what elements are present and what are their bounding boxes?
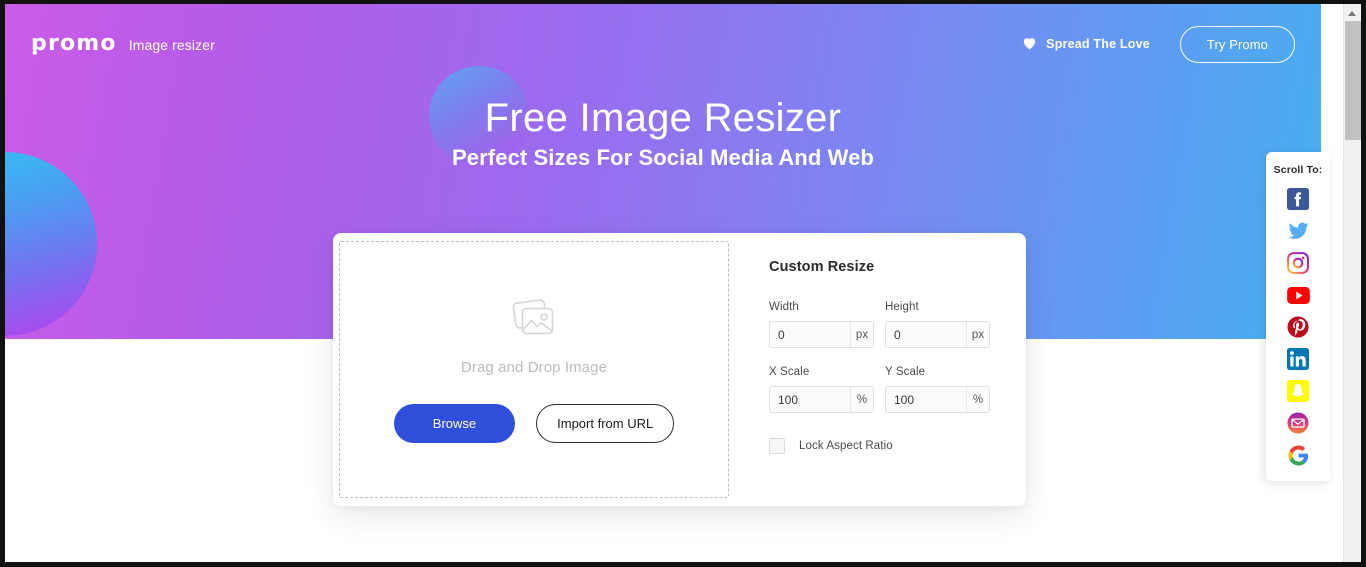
google-icon[interactable]	[1286, 443, 1310, 467]
lock-aspect-ratio-checkbox[interactable]	[769, 438, 785, 454]
email-icon[interactable]	[1286, 411, 1310, 435]
try-promo-button[interactable]: Try Promo	[1179, 25, 1295, 63]
browser-viewport: promo Image resizer Spread The Love Try …	[5, 4, 1343, 562]
x-scale-input-group[interactable]: %	[769, 386, 874, 413]
facebook-icon[interactable]	[1286, 187, 1310, 211]
x-scale-field: X Scale %	[769, 366, 874, 413]
youtube-icon[interactable]	[1286, 283, 1310, 307]
twitter-icon[interactable]	[1286, 219, 1310, 243]
height-unit-px: px	[966, 322, 989, 347]
width-input-group[interactable]: px	[769, 321, 874, 348]
height-input-group[interactable]: px	[885, 321, 990, 348]
scale-fields-row: X Scale % Y Scale %	[769, 366, 1009, 413]
app-name-label: Image resizer	[128, 37, 215, 53]
custom-resize-panel: Custom Resize Width px Height px	[769, 259, 1009, 454]
resizer-card: Drag and Drop Image Browse Import from U…	[333, 233, 1026, 506]
y-scale-unit-percent: %	[966, 387, 989, 412]
image-stack-icon	[508, 296, 560, 347]
custom-resize-title: Custom Resize	[769, 259, 875, 275]
nav-actions: Spread The Love Try Promo	[1022, 25, 1295, 63]
x-scale-unit-percent: %	[850, 387, 873, 412]
width-unit-px: px	[850, 322, 873, 347]
scrollbar-thumb[interactable]	[1345, 21, 1361, 140]
decorative-circle-left	[5, 152, 97, 336]
height-input[interactable]	[886, 322, 966, 347]
width-field: Width px	[769, 301, 874, 348]
dropzone-actions: Browse Import from URL	[393, 404, 675, 443]
page-subtitle: Perfect Sizes For Social Media And Web	[452, 145, 874, 170]
width-label: Width	[769, 301, 799, 313]
scroll-up-arrow-icon[interactable]	[1344, 4, 1361, 20]
y-scale-input[interactable]	[886, 387, 966, 412]
height-label: Height	[885, 301, 919, 313]
lock-aspect-ratio-row[interactable]: Lock Aspect Ratio	[769, 438, 1009, 454]
lock-aspect-ratio-label: Lock Aspect Ratio	[799, 440, 893, 452]
width-input[interactable]	[770, 322, 850, 347]
social-scroll-rail: Scroll To:	[1266, 152, 1330, 481]
promo-logo[interactable]: promo	[31, 33, 117, 55]
y-scale-field: Y Scale %	[885, 366, 990, 413]
snapchat-icon[interactable]	[1286, 379, 1310, 403]
screenshot-frame: promo Image resizer Spread The Love Try …	[0, 0, 1366, 567]
brand[interactable]: promo Image resizer	[31, 33, 215, 55]
page-title: Free Image Resizer	[484, 96, 842, 140]
dimension-fields-row: Width px Height px	[769, 301, 1009, 348]
y-scale-label: Y Scale	[885, 366, 926, 378]
instagram-icon[interactable]	[1286, 251, 1310, 275]
spread-the-love-label: Spread The Love	[1046, 37, 1150, 51]
pinterest-icon[interactable]	[1286, 315, 1310, 339]
x-scale-label: X Scale	[769, 366, 810, 378]
linkedin-icon[interactable]	[1286, 347, 1310, 371]
height-field: Height px	[885, 301, 990, 348]
spread-the-love-link[interactable]: Spread The Love	[1022, 36, 1150, 53]
heart-icon	[1022, 36, 1037, 53]
dropzone-label: Drag and Drop Image	[460, 359, 608, 376]
image-dropzone[interactable]: Drag and Drop Image Browse Import from U…	[339, 241, 729, 498]
top-navigation-bar: promo Image resizer Spread The Love Try …	[5, 4, 1321, 84]
import-from-url-button[interactable]: Import from URL	[536, 404, 675, 443]
scroll-to-label: Scroll To:	[1273, 164, 1323, 176]
page-scrollbar[interactable]	[1343, 4, 1361, 562]
y-scale-input-group[interactable]: %	[885, 386, 990, 413]
browse-button[interactable]: Browse	[393, 404, 516, 443]
x-scale-input[interactable]	[770, 387, 850, 412]
